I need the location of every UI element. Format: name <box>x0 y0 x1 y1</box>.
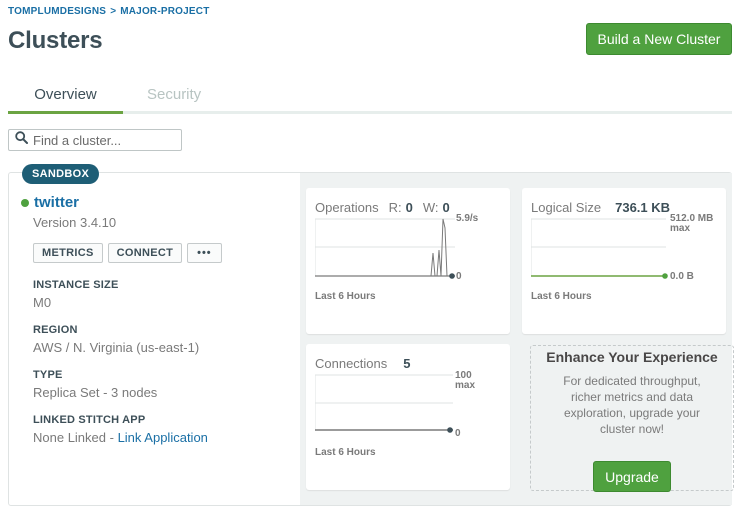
logical-size-value: 736.1 KB <box>615 200 671 215</box>
logical-size-label: Logical Size <box>531 200 602 215</box>
status-dot-icon <box>21 198 29 207</box>
region-label: REGION <box>33 324 78 336</box>
breadcrumb-project[interactable]: MAJOR-PROJECT <box>120 6 209 17</box>
operations-r-label: R: <box>388 200 402 215</box>
cluster-card: twitter Version 3.4.10 METRICS CONNECT •… <box>8 172 734 506</box>
cluster-title: twitter <box>21 194 79 211</box>
operations-card[interactable]: Operations R: 0 W: 0 5.9/s 0 Last 6 Hours <box>306 188 510 334</box>
connections-card[interactable]: Connections 5 100 max 0 Last 6 Hours <box>306 344 510 490</box>
stitch-label: LINKED STITCH APP <box>33 414 146 426</box>
operations-w-value: 0 <box>442 200 450 215</box>
logical-size-max: 512.0 MB max <box>670 214 713 234</box>
tab-bar: Overview Security <box>8 80 732 114</box>
connections-footer: Last 6 Hours <box>315 447 376 458</box>
sandbox-badge: SANDBOX <box>22 164 100 184</box>
search-input[interactable] <box>33 132 173 148</box>
cluster-version: Version 3.4.10 <box>33 215 117 230</box>
tab-security[interactable]: Security <box>147 86 201 103</box>
logical-size-footer: Last 6 Hours <box>531 291 592 302</box>
operations-title: Operations R: 0 W: 0 <box>315 200 450 215</box>
type-value: Replica Set - 3 nodes <box>33 385 158 400</box>
stitch-none-text: None Linked - <box>33 430 118 445</box>
connections-value: 5 <box>403 356 411 371</box>
operations-chart <box>315 218 455 279</box>
build-new-cluster-button[interactable]: Build a New Cluster <box>586 23 732 55</box>
breadcrumb-org[interactable]: TOMPLUMDESIGNS <box>8 6 106 17</box>
operations-min: 0 <box>456 271 462 282</box>
operations-w-label: W: <box>422 200 439 215</box>
connect-button[interactable]: CONNECT <box>107 243 183 263</box>
connections-max-unit: max <box>455 380 476 391</box>
tab-overview[interactable]: Overview <box>8 86 123 114</box>
breadcrumb: TOMPLUMDESIGNS > MAJOR-PROJECT <box>8 6 210 17</box>
search-icon <box>15 131 28 149</box>
operations-r-value: 0 <box>405 200 413 215</box>
search-box[interactable] <box>8 129 182 151</box>
cluster-actions: METRICS CONNECT ••• <box>33 243 222 263</box>
more-icon[interactable]: ••• <box>187 243 222 263</box>
logical-size-card[interactable]: Logical Size 736.1 KB 512.0 MB max 0.0 B… <box>522 188 726 334</box>
metrics-button[interactable]: METRICS <box>33 243 103 263</box>
breadcrumb-separator: > <box>110 6 117 17</box>
instance-size-label: INSTANCE SIZE <box>33 279 119 291</box>
stitch-value: None Linked - Link Application <box>33 430 208 445</box>
connections-max: 100 max <box>455 371 475 391</box>
logical-size-min: 0.0 B <box>670 271 694 282</box>
cluster-name-link[interactable]: twitter <box>34 194 79 211</box>
connections-title: Connections 5 <box>315 356 411 371</box>
metrics-panel: Operations R: 0 W: 0 5.9/s 0 Last 6 Hours … <box>300 173 734 505</box>
region-value: AWS / N. Virginia (us-east-1) <box>33 340 200 355</box>
type-label: TYPE <box>33 369 63 381</box>
enhance-panel: Enhance Your Experience For dedicated th… <box>530 345 734 492</box>
operations-footer: Last 6 Hours <box>315 291 376 302</box>
page-title: Clusters <box>8 27 103 54</box>
cluster-info: twitter Version 3.4.10 METRICS CONNECT •… <box>9 173 300 505</box>
logical-size-max-unit: max <box>670 223 691 234</box>
connections-min: 0 <box>455 428 461 439</box>
logical-size-title: Logical Size 736.1 KB <box>531 200 670 215</box>
enhance-description: For dedicated throughput, richer metrics… <box>563 374 701 436</box>
upgrade-button[interactable]: Upgrade <box>593 461 671 492</box>
instance-size-value: M0 <box>33 295 52 310</box>
link-application-link[interactable]: Link Application <box>118 430 208 445</box>
enhance-title: Enhance Your Experience <box>546 349 718 365</box>
connections-label: Connections <box>315 356 388 371</box>
operations-max: 5.9/s <box>456 213 479 224</box>
operations-label: Operations <box>315 200 379 215</box>
